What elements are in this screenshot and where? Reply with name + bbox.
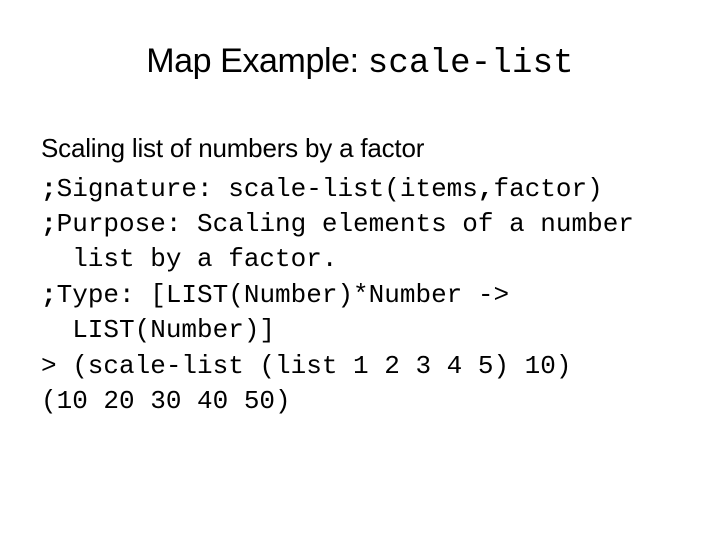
code-segment: ;	[41, 174, 57, 204]
code-segment: list by a factor.	[41, 244, 338, 274]
code-line-purpose-cont: list by a factor.	[41, 242, 701, 277]
code-segment: ,	[477, 174, 494, 204]
code-listing: ;Signature: scale-list(items,factor) ;Pur…	[41, 172, 701, 419]
code-line-repl-input: > (scale-list (list 1 2 3 4 5) 10)	[41, 349, 701, 384]
code-line-type-cont: LIST(Number)]	[41, 313, 701, 348]
code-line-signature: ;Signature: scale-list(items,factor)	[41, 172, 701, 207]
code-line-type: ;Type: [LIST(Number)*Number ->	[41, 278, 701, 313]
code-segment: ;	[41, 209, 57, 239]
page-title: Map Example: scale-list	[0, 42, 720, 83]
code-line-repl-output: (10 20 30 40 50)	[41, 384, 701, 419]
code-segment: > (scale-list (list 1 2 3 4 5) 10)	[41, 351, 572, 381]
page-title-code: scale-list	[367, 45, 574, 83]
slide-canvas: Map Example: scale-list Scaling list of …	[0, 0, 720, 540]
code-segment: Type: [LIST(Number)*Number ->	[56, 280, 510, 310]
page-title-prose: Map Example:	[146, 42, 368, 80]
code-segment: Purpose: Scaling elements of a number	[56, 209, 634, 239]
code-line-purpose: ;Purpose: Scaling elements of a number	[41, 207, 701, 242]
slide-body: Scaling list of numbers by a factor ;Sig…	[41, 131, 701, 419]
code-segment: (10 20 30 40 50)	[41, 386, 291, 416]
code-segment: ;	[41, 280, 57, 310]
code-segment: LIST(Number)]	[41, 315, 276, 345]
subtitle-text: Scaling list of numbers by a factor	[41, 133, 425, 163]
code-segment: factor)	[493, 174, 603, 204]
code-segment: Signature: scale-list(items	[56, 174, 478, 204]
